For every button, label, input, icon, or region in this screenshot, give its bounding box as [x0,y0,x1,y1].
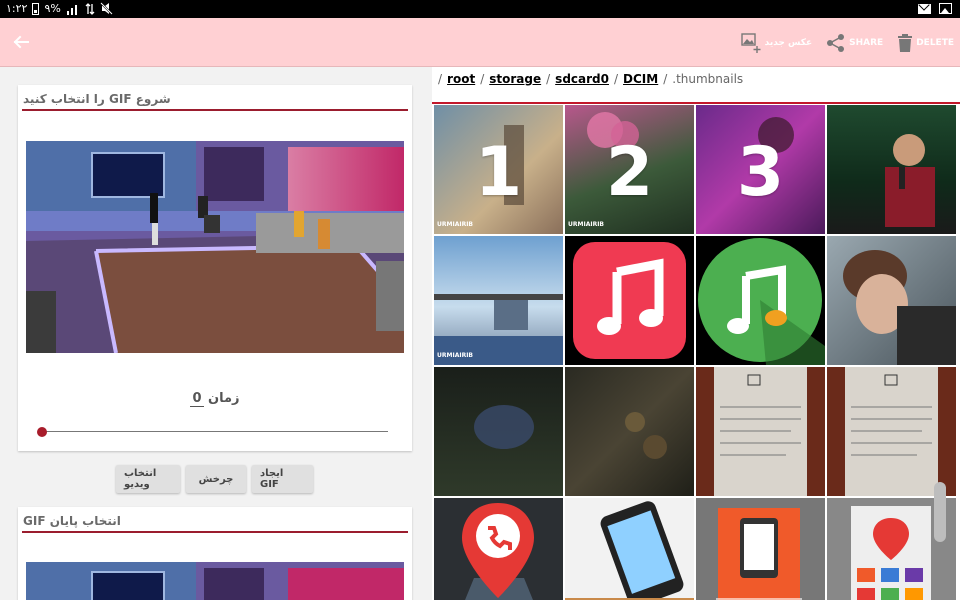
back-button[interactable] [10,31,32,53]
thumb-image [696,367,825,496]
thumbnail-item[interactable] [827,236,956,365]
tv-studio-frame [26,141,404,353]
image-icon [939,3,952,14]
new-photo-button[interactable]: عکس جدید [740,32,813,54]
start-gif-card: شروع GIF را انتخاب کنید زمان 0 [18,85,412,451]
thumbnail-item[interactable]: 3 [696,105,825,234]
thumbnail-item[interactable] [565,367,694,496]
app-bar: عکس جدید SHARE DELETE [0,18,960,67]
start-card-divider [22,109,408,111]
thumbnail-item[interactable]: 2 URMIAIRIB [565,105,694,234]
thumb-image [827,367,956,496]
breadcrumb-root[interactable]: root [447,72,475,86]
thumbnail-item[interactable] [827,367,956,496]
thumbnail-item[interactable] [565,498,694,600]
thumbnail-item[interactable] [696,236,825,365]
share-icon [827,34,845,52]
time-label: زمان [208,391,240,406]
thumbnail-grid: 1 URMIAIRIB 2 URMIAIRIB 3 URMIAIRIB [434,105,958,600]
breadcrumb-separator: / [480,72,485,86]
thumbnail-item[interactable] [696,498,825,600]
status-left: ۱:۲۲ ۹% [6,2,113,15]
thumb-image [474,405,534,449]
breadcrumb-separator: / [613,72,619,86]
thumbnail-item[interactable]: URMIAIRIB [434,236,563,365]
thumb-image [716,508,802,600]
thumbnail-item[interactable] [434,367,563,496]
thumbnail-number: 1 [474,133,523,212]
status-bar: ۱:۲۲ ۹% [0,0,960,18]
create-gif-button[interactable]: ایجاد GIF [252,465,313,493]
breadcrumb-separator: / [546,72,551,86]
slider-thumb[interactable] [37,427,47,437]
battery-icon [32,2,40,15]
delete-label: DELETE [916,38,954,48]
share-label: SHARE [849,38,884,48]
thumbnail-item[interactable]: 1 URMIAIRIB [434,105,563,234]
music-app-icon-red [573,242,686,359]
thumbnail-item[interactable] [434,498,563,600]
breadcrumb-storage[interactable]: storage [489,72,541,86]
gif-editor-panel: شروع GIF را انتخاب کنید زمان 0 انتخاب وی… [0,67,432,600]
thumbnail-item[interactable] [827,105,956,234]
mail-icon [918,3,931,14]
thumbnail-number: 3 [736,133,785,212]
scrollbar-handle[interactable] [934,482,946,542]
end-video-preview[interactable] [26,562,404,600]
grid-divider [432,102,960,104]
data-arrows-icon [85,2,95,15]
breadcrumb: / root / storage / sdcard0 / DCIM / .thu… [438,69,743,89]
rotate-button[interactable]: چرخش [186,465,246,493]
thumb-image [434,294,563,365]
end-card-divider [22,531,408,533]
battery-text: ۹% [44,2,61,15]
app-bar-actions: عکس جدید SHARE DELETE [740,30,954,56]
phone-location-icon [462,503,534,600]
start-card-title: شروع GIF را انتخاب کنید [23,92,171,106]
start-video-preview[interactable] [26,141,404,353]
time-row: زمان 0 [18,391,412,407]
clock-text: ۱:۲۲ [6,2,28,15]
arrow-left-icon [13,35,29,49]
thumb-image [565,501,694,600]
thumbnail-number: 2 [605,133,654,212]
signal-icon [66,4,77,15]
time-value: 0 [190,391,204,407]
end-gif-card: انتخاب پایان GIF [18,507,412,600]
thumb-image [885,134,935,227]
music-app-icon-green [698,238,825,365]
tv-studio-frame-end [26,562,404,600]
file-browser-panel: / root / storage / sdcard0 / DCIM / .thu… [432,67,960,600]
share-button[interactable]: SHARE [826,33,883,53]
end-card-title: انتخاب پایان GIF [23,514,121,528]
breadcrumb-dcim[interactable]: DCIM [623,72,658,86]
breadcrumb-sdcard0[interactable]: sdcard0 [555,72,609,86]
breadcrumb-separator: / [438,72,443,86]
thumbnail-item[interactable] [565,236,694,365]
breadcrumb-separator: / [663,72,668,86]
new-photo-label: عکس جدید [764,38,813,48]
thumb-image [843,250,956,365]
thumbnail-watermark: URMIAIRIB [437,352,473,359]
thumbnail-watermark: URMIAIRIB [568,221,604,228]
add-image-icon [740,33,761,53]
mute-icon [100,2,113,15]
select-video-button[interactable]: انتخاب ویدیو [116,465,180,493]
thumbnail-watermark: URMIAIRIB [437,221,473,228]
trash-icon [898,34,913,52]
breadcrumb-thumbnails: .thumbnails [672,72,744,86]
status-right [918,3,952,14]
thumbnail-item[interactable] [696,367,825,496]
action-buttons: انتخاب ویدیو چرخش ایجاد GIF [116,465,313,493]
thumb-image [625,412,667,459]
delete-button[interactable]: DELETE [897,33,954,53]
start-time-slider[interactable] [42,431,388,432]
